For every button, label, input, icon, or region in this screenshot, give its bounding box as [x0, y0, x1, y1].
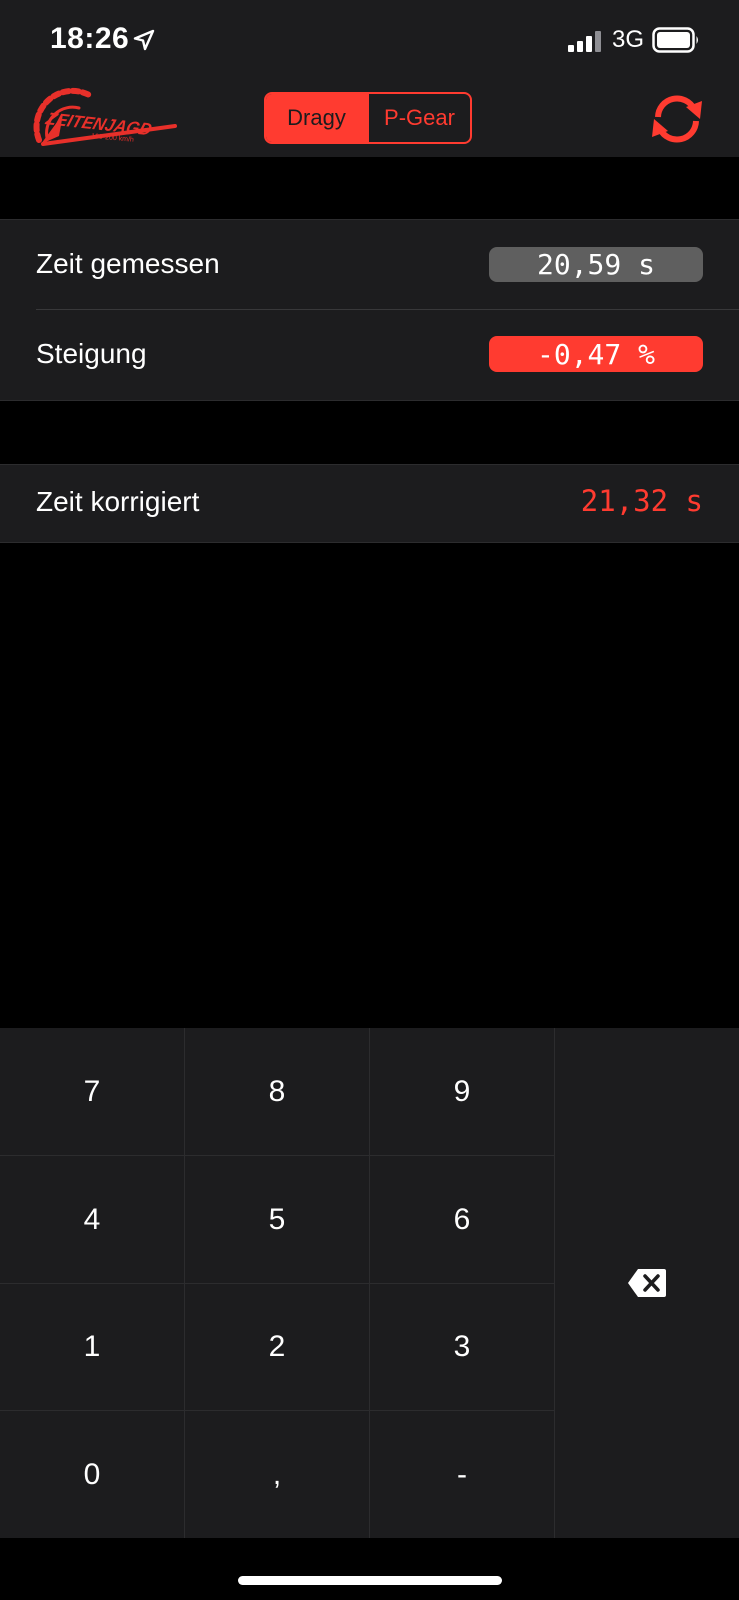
- key-comma[interactable]: ,: [185, 1411, 369, 1538]
- backspace-key[interactable]: [555, 1028, 739, 1538]
- key-minus[interactable]: -: [370, 1411, 554, 1538]
- slope-label: Steigung: [36, 338, 147, 369]
- slope-field[interactable]: -0,47 %: [489, 336, 703, 372]
- measured-time-field[interactable]: 20,59 s: [489, 247, 703, 282]
- corrected-time-label: Zeit korrigiert: [36, 486, 200, 517]
- key-3[interactable]: 3: [370, 1284, 554, 1410]
- measured-time-label: Zeit gemessen: [36, 248, 220, 279]
- battery-icon: [652, 27, 698, 53]
- segment-dragy[interactable]: Dragy: [266, 94, 367, 142]
- home-indicator[interactable]: [238, 1576, 502, 1585]
- key-1[interactable]: 1: [0, 1284, 184, 1410]
- key-0[interactable]: 0: [0, 1411, 184, 1538]
- numeric-keypad: 7 8 9 4 5 6 1 2 3 0 , -: [0, 1028, 739, 1538]
- location-arrow-icon: [133, 29, 155, 51]
- backspace-icon: [628, 1269, 666, 1297]
- row-divider: [36, 309, 739, 310]
- key-4[interactable]: 4: [0, 1156, 184, 1283]
- mode-segmented-control: Dragy P-Gear: [264, 92, 472, 144]
- key-8[interactable]: 8: [185, 1028, 369, 1155]
- zeitenjagd-logo: ZEITENJAGD 100-200 km/h: [33, 87, 177, 146]
- segment-p-gear[interactable]: P-Gear: [367, 94, 470, 142]
- cellular-signal-icon: [568, 31, 601, 52]
- refresh-icon[interactable]: [648, 93, 706, 145]
- network-type: 3G: [612, 26, 645, 53]
- key-5[interactable]: 5: [185, 1156, 369, 1283]
- key-2[interactable]: 2: [185, 1284, 369, 1410]
- key-6[interactable]: 6: [370, 1156, 554, 1283]
- status-time: 18:26: [50, 22, 130, 55]
- key-9[interactable]: 9: [370, 1028, 554, 1155]
- key-7[interactable]: 7: [0, 1028, 184, 1155]
- corrected-time-value: 21,32 s: [580, 484, 703, 518]
